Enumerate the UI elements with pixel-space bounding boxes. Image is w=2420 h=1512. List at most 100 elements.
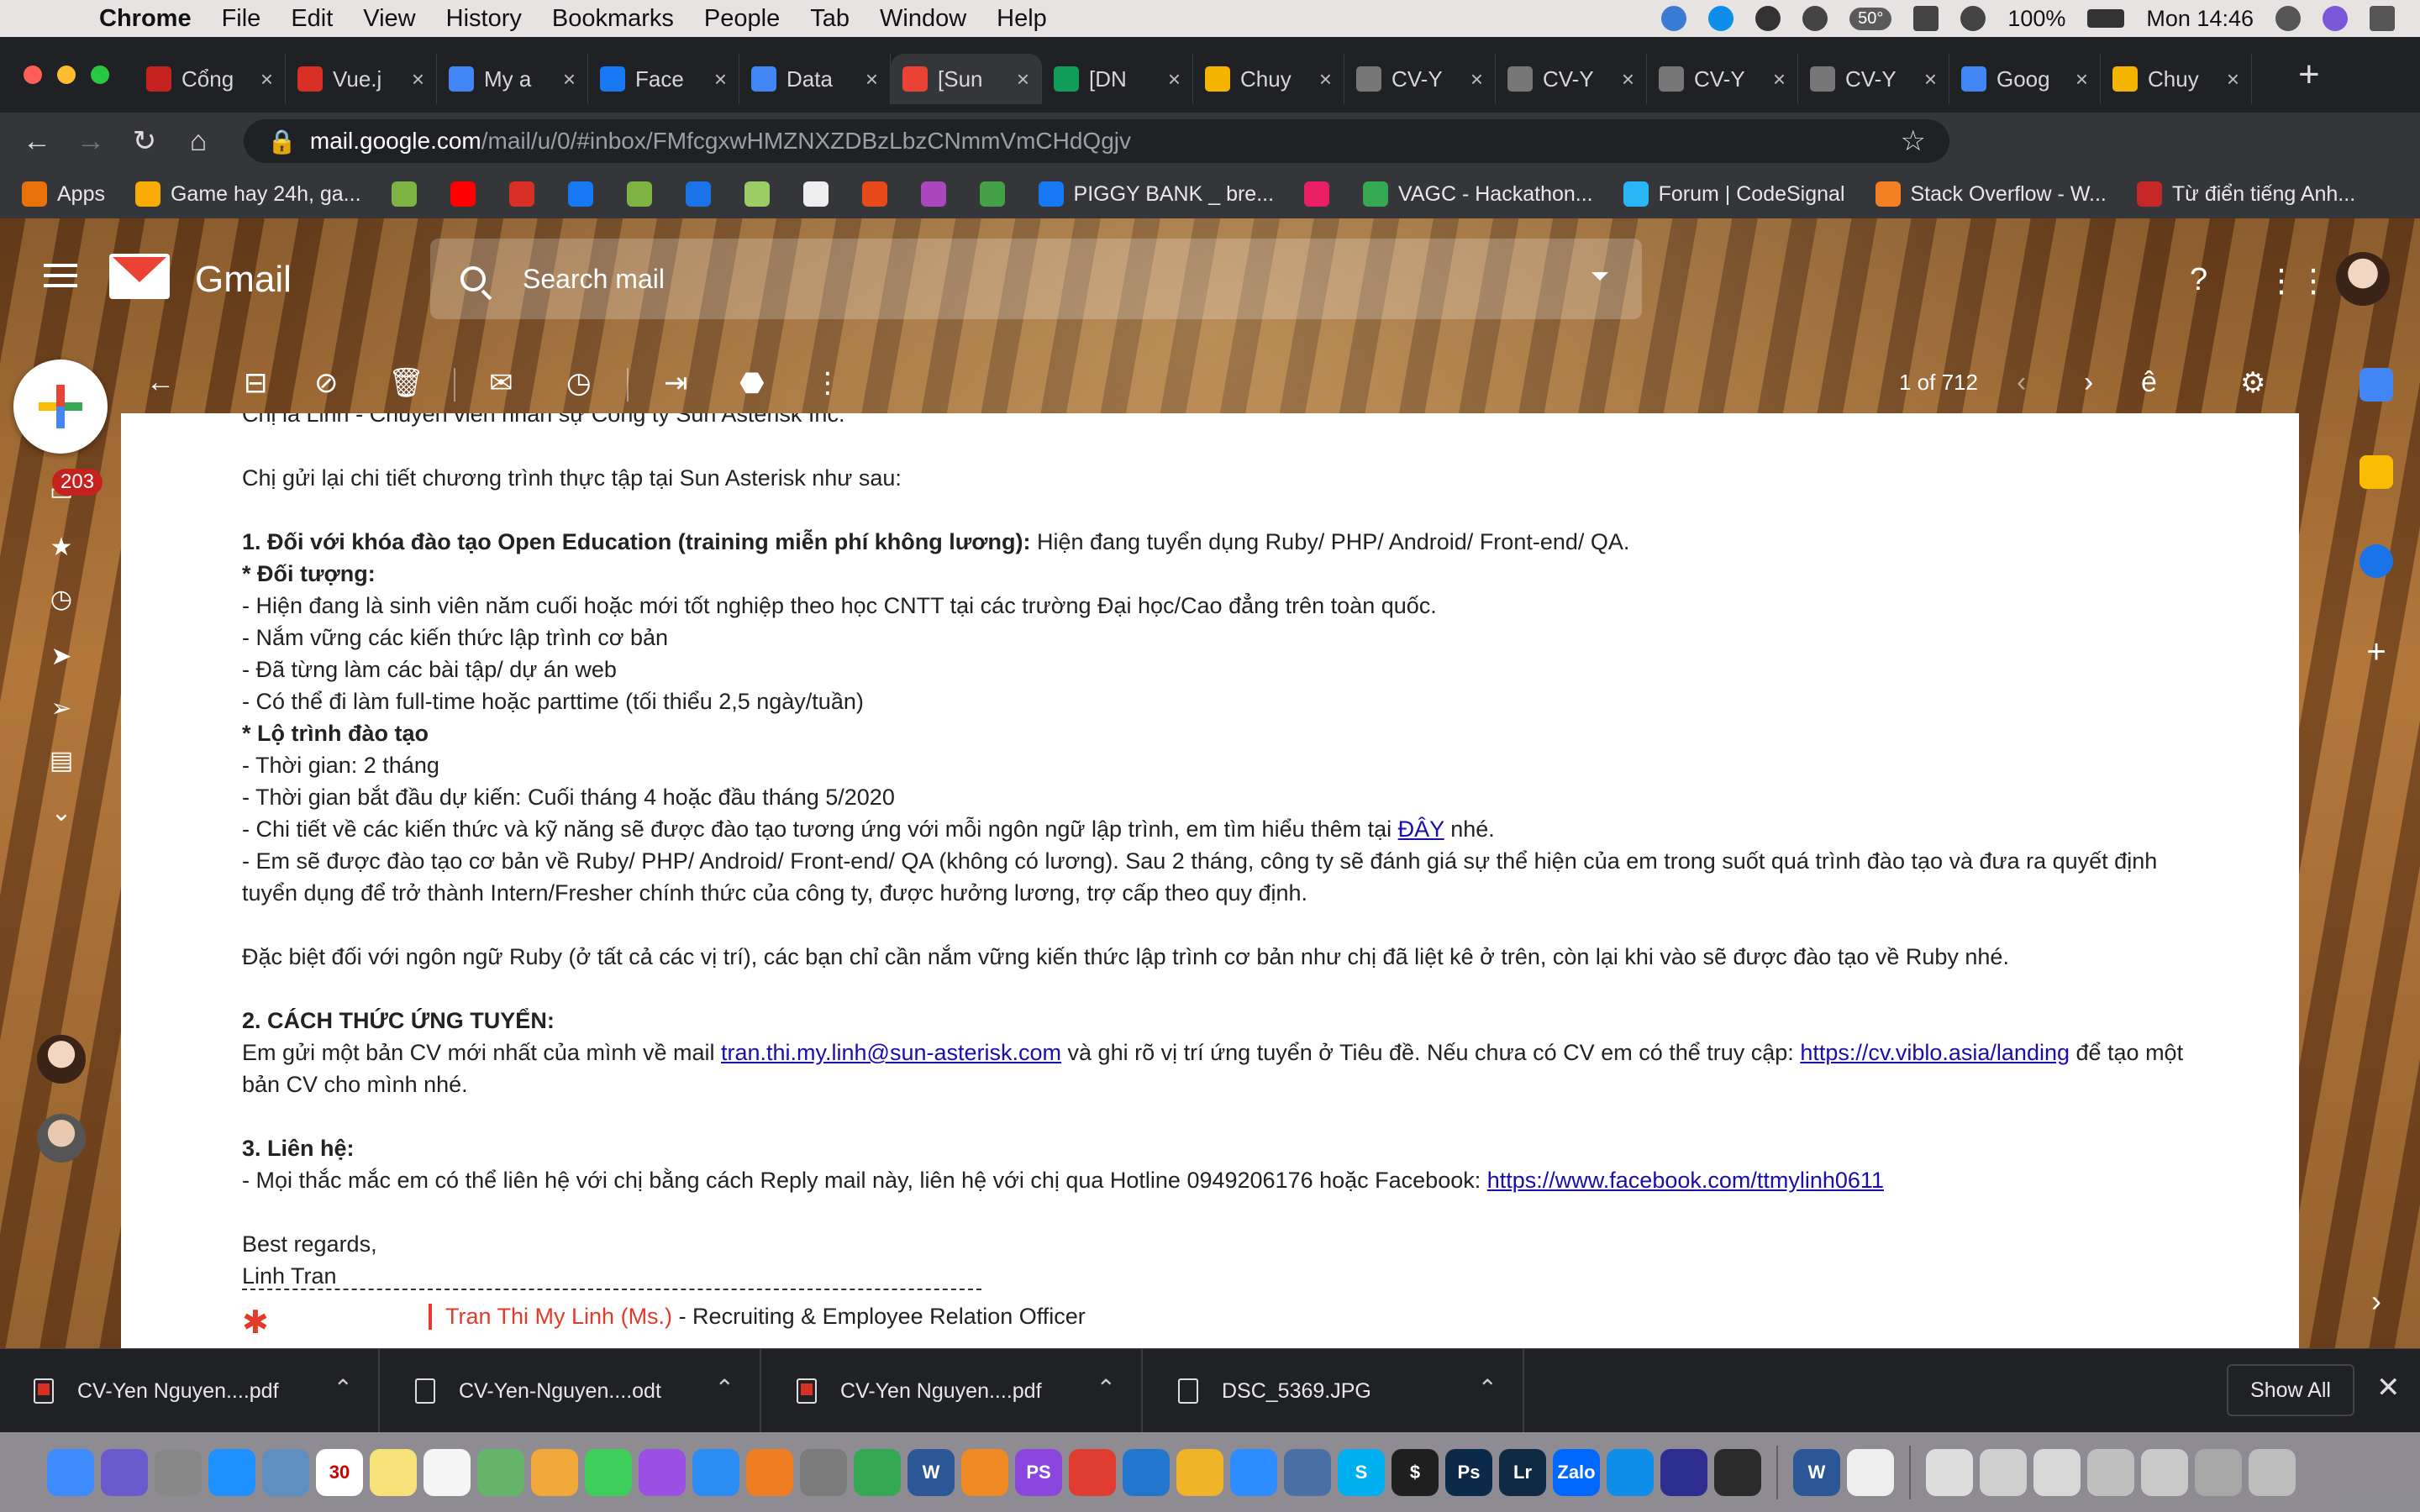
- back-icon[interactable]: ←: [10, 125, 64, 158]
- maps-icon[interactable]: [477, 1448, 524, 1496]
- browser-tab[interactable]: [Sun ×: [891, 54, 1042, 104]
- compose-button[interactable]: [13, 360, 108, 454]
- download-item[interactable]: CV-Yen Nguyen....pdf ⌃: [0, 1349, 380, 1433]
- menu-people[interactable]: People: [704, 5, 780, 33]
- browser-tab[interactable]: CV-Y ×: [1647, 54, 1798, 104]
- spotlight-icon[interactable]: [2275, 6, 2301, 31]
- close-tab-icon[interactable]: ×: [260, 66, 273, 92]
- browser-tab[interactable]: Face ×: [588, 54, 739, 104]
- close-tab-icon[interactable]: ×: [865, 66, 878, 92]
- bookmark-item[interactable]: Stack Overflow - W...: [1875, 181, 2107, 207]
- bookmark-item[interactable]: PIGGY BANK _ bre...: [1038, 181, 1274, 207]
- bookmark-item[interactable]: [685, 181, 721, 207]
- download-item[interactable]: DSC_5369.JPG ⌃: [1144, 1349, 1524, 1433]
- bookmark-item[interactable]: Forum | CodeSignal: [1623, 181, 1845, 207]
- account-avatar[interactable]: [2336, 252, 2390, 306]
- creative-cloud-icon[interactable]: [1802, 6, 1828, 31]
- menu-file[interactable]: File: [222, 5, 261, 33]
- menu-edit[interactable]: Edit: [291, 5, 333, 33]
- download-options-icon[interactable]: ⌃: [1097, 1374, 1116, 1402]
- new-tab-button[interactable]: +: [2298, 54, 2320, 96]
- file4-icon[interactable]: [2087, 1448, 2134, 1496]
- close-tab-icon[interactable]: ×: [1622, 66, 1634, 92]
- download-options-icon[interactable]: ⌃: [334, 1374, 353, 1402]
- file1-icon[interactable]: [1926, 1448, 1973, 1496]
- lightroom-icon[interactable]: Lr: [1499, 1448, 1546, 1496]
- add-addon-icon[interactable]: +: [2360, 633, 2393, 670]
- wifi-icon[interactable]: [1960, 6, 1986, 31]
- skype-icon[interactable]: S: [1338, 1448, 1385, 1496]
- gmail-logo-icon[interactable]: [109, 254, 170, 299]
- more-actions-icon[interactable]: ⋮: [813, 366, 842, 400]
- delete-icon[interactable]: 🗑: [388, 366, 424, 400]
- finder-icon[interactable]: [47, 1448, 94, 1496]
- label-icon[interactable]: ⬣: [739, 366, 765, 400]
- snooze-icon[interactable]: ◷: [566, 366, 592, 400]
- older-icon[interactable]: ›: [2084, 366, 2093, 399]
- word-icon[interactable]: W: [908, 1448, 955, 1496]
- browser-tab[interactable]: Data ×: [739, 54, 891, 104]
- close-tab-icon[interactable]: ×: [563, 66, 576, 92]
- siri-icon[interactable]: [101, 1448, 148, 1496]
- appstore-icon[interactable]: [692, 1448, 739, 1496]
- close-tab-icon[interactable]: ×: [412, 66, 424, 92]
- browser-tab[interactable]: Cổng ×: [134, 54, 286, 104]
- preview-icon[interactable]: [262, 1448, 309, 1496]
- docker-icon[interactable]: [1661, 6, 1687, 31]
- input-source-icon[interactable]: [1913, 6, 1939, 31]
- network-icon[interactable]: [1284, 1448, 1331, 1496]
- bookmark-item[interactable]: Từ điển tiếng Anh...: [2136, 181, 2355, 207]
- close-tab-icon[interactable]: ×: [1017, 66, 1029, 92]
- keep-side-icon[interactable]: [2360, 455, 2393, 489]
- report-spam-icon[interactable]: ⊘: [314, 366, 339, 400]
- search-icon[interactable]: [460, 266, 486, 291]
- browser-tab[interactable]: Chuy ×: [1193, 54, 1344, 104]
- download-item[interactable]: CV-Yen Nguyen....pdf ⌃: [763, 1349, 1143, 1433]
- photoshop-icon[interactable]: Ps: [1445, 1448, 1492, 1496]
- doc-icon[interactable]: [1847, 1448, 1894, 1496]
- hub-icon[interactable]: [1660, 1448, 1707, 1496]
- pages-icon[interactable]: [746, 1448, 793, 1496]
- close-shelf-icon[interactable]: ✕: [2376, 1371, 2401, 1404]
- menu-bookmarks[interactable]: Bookmarks: [552, 5, 674, 33]
- bookmark-item[interactable]: Apps: [22, 181, 105, 207]
- close-tab-icon[interactable]: ×: [1168, 66, 1181, 92]
- bookmark-item[interactable]: [979, 181, 1015, 207]
- search-bar[interactable]: Search mail: [430, 239, 1642, 319]
- gmail-title[interactable]: Gmail: [195, 259, 292, 301]
- forward-icon[interactable]: →: [64, 125, 118, 158]
- close-tab-icon[interactable]: ×: [2227, 66, 2239, 92]
- git-icon[interactable]: [1069, 1448, 1116, 1496]
- browser-tab[interactable]: CV-Y ×: [1798, 54, 1949, 104]
- minimize-window-button[interactable]: [57, 66, 76, 84]
- tasks-side-icon[interactable]: [2360, 544, 2393, 578]
- browser-tab[interactable]: Chuy ×: [2101, 54, 2252, 104]
- bookmark-item[interactable]: [567, 181, 603, 207]
- detail-link[interactable]: ĐÂY: [1398, 816, 1444, 842]
- back-to-inbox-icon[interactable]: ←: [146, 366, 175, 399]
- expand-panel-icon[interactable]: ›: [2360, 1284, 2393, 1318]
- bookmark-item[interactable]: [744, 181, 780, 207]
- console-icon[interactable]: [1714, 1448, 1761, 1496]
- vscode-icon[interactable]: [1123, 1448, 1170, 1496]
- podcasts-icon[interactable]: [639, 1448, 686, 1496]
- address-bar[interactable]: 🔒 mail.google.com/mail/u/0/#inbox/FMfcgx…: [244, 119, 1949, 163]
- zoom-icon[interactable]: [1230, 1448, 1277, 1496]
- apps-grid-icon[interactable]: ⋮⋮: [2265, 262, 2329, 300]
- zalo-icon[interactable]: Zalo: [1553, 1448, 1600, 1496]
- bookmark-item[interactable]: [802, 181, 839, 207]
- help-icon[interactable]: ?: [2190, 262, 2207, 298]
- teamviewer-icon[interactable]: [1607, 1448, 1654, 1496]
- bookmark-item[interactable]: [508, 181, 544, 207]
- bookmark-item[interactable]: [1304, 181, 1339, 207]
- menu-app-name[interactable]: Chrome: [99, 5, 192, 33]
- search-options-icon[interactable]: [1591, 272, 1608, 281]
- chrome-icon[interactable]: [854, 1448, 901, 1496]
- file5-icon[interactable]: [2141, 1448, 2188, 1496]
- menu-clock[interactable]: Mon 14:46: [2146, 6, 2254, 32]
- safari-icon[interactable]: [208, 1448, 255, 1496]
- download-options-icon[interactable]: ⌃: [1478, 1374, 1497, 1402]
- calendar-side-icon[interactable]: [2360, 368, 2393, 402]
- browser-tab[interactable]: [DN ×: [1042, 54, 1193, 104]
- close-tab-icon[interactable]: ×: [1470, 66, 1483, 92]
